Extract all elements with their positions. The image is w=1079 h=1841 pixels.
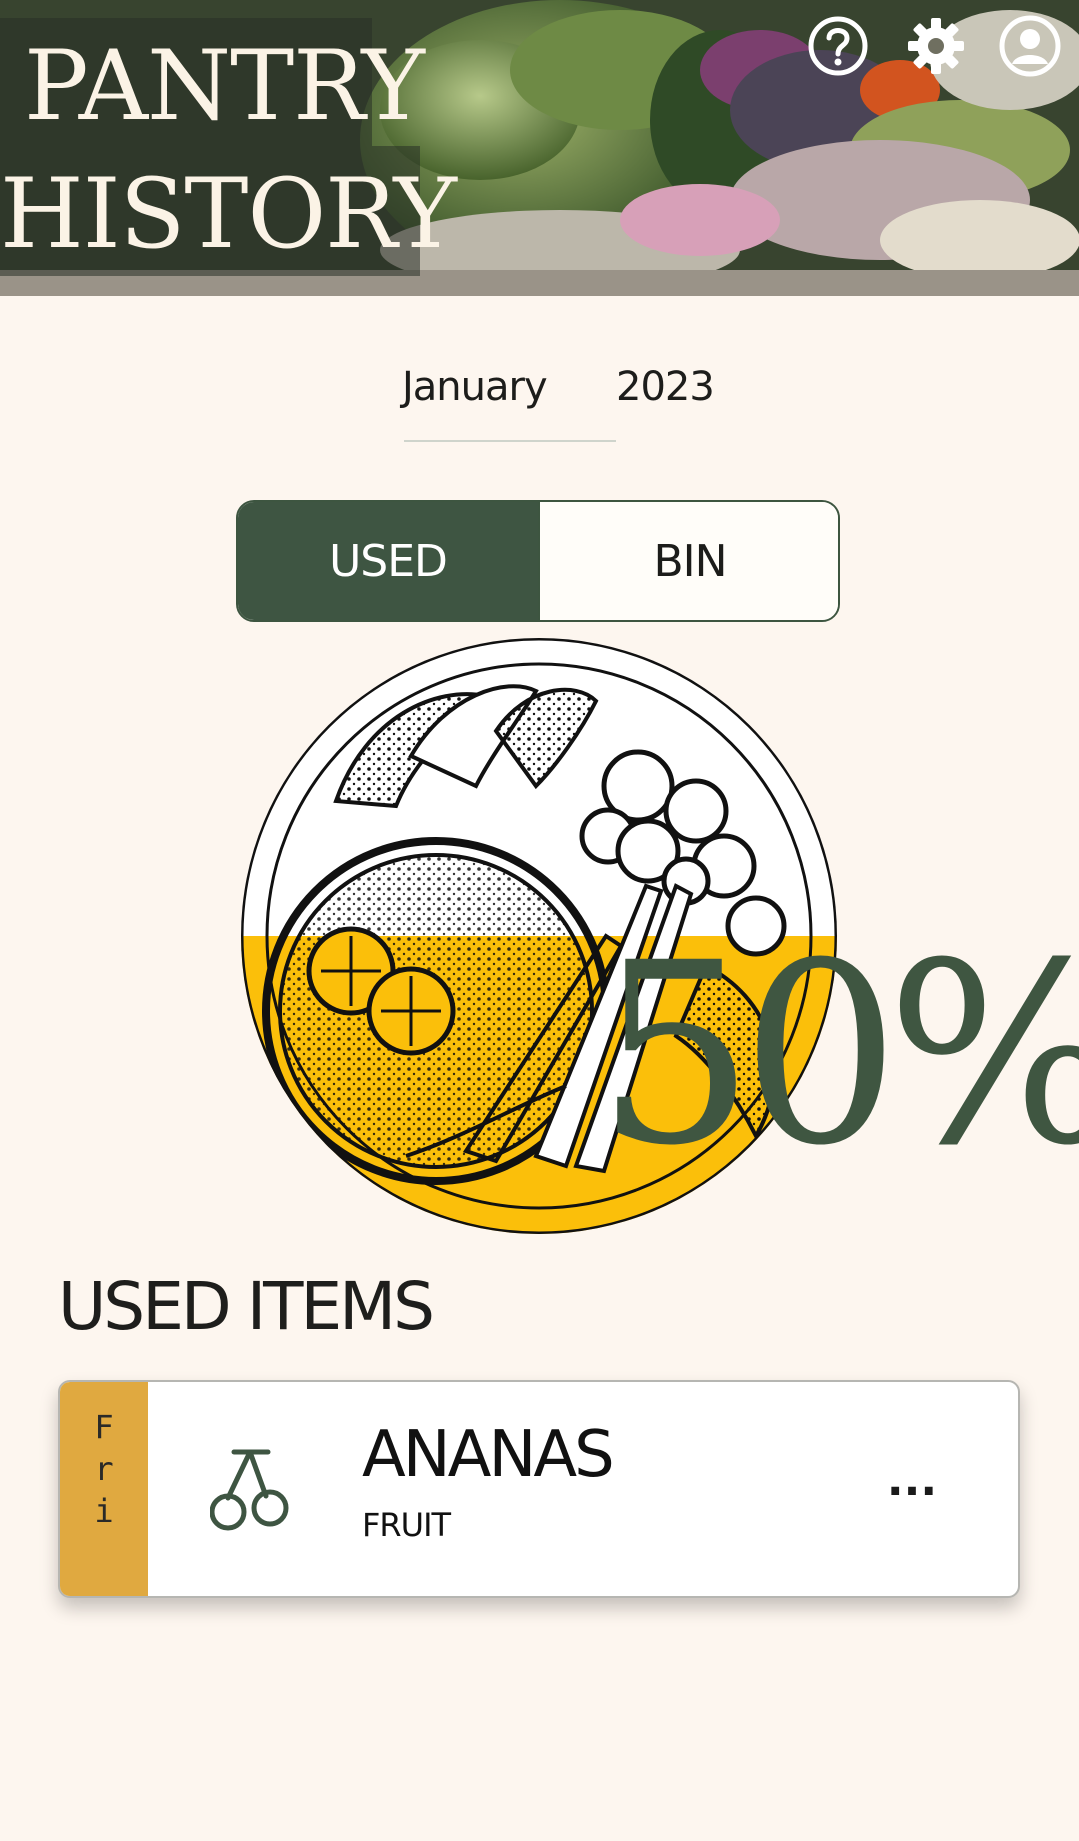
day-strip: F r i [60,1382,148,1596]
page-title-line-1: PANTRY [0,18,425,146]
item-name: ANANAS [362,1418,615,1492]
year-selector[interactable]: 2023 [616,364,715,410]
month-selector[interactable]: January [402,364,548,410]
list-item[interactable]: F r i ANANAS FRUIT ... [58,1380,1020,1598]
usage-percent: 50% [596,909,1079,1200]
day-letter: i [94,1492,114,1530]
more-options-button[interactable]: ... [870,1446,954,1516]
help-icon[interactable] [806,14,870,78]
day-letter: r [94,1450,114,1488]
date-underline [404,440,616,442]
page-title-line-2: HISTORY [0,146,457,276]
used-bin-toggle: USED BIN [236,500,840,622]
used-items-heading: USED ITEMS [58,1268,435,1345]
tab-used[interactable]: USED [238,502,538,620]
account-icon[interactable] [998,14,1062,78]
cherry-icon [209,1446,294,1532]
date-picker: January 2023 [380,360,740,420]
item-category: FRUIT [362,1506,451,1544]
settings-icon[interactable] [904,14,968,78]
tab-bin[interactable]: BIN [538,502,838,620]
day-letter: F [94,1408,114,1446]
header-banner: PANTRY HISTORY [0,0,1079,296]
